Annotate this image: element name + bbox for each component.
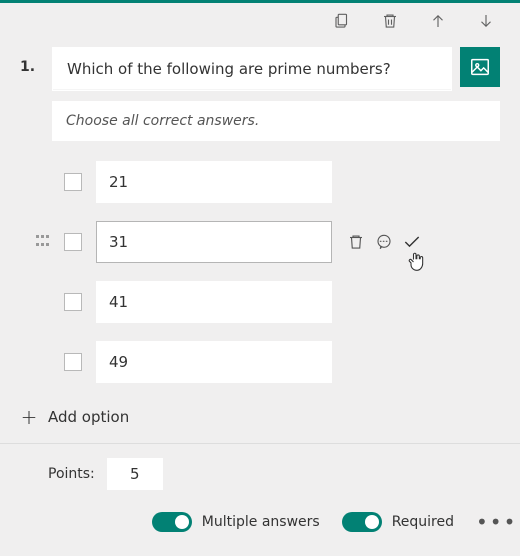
option-text-input[interactable]: 41 (96, 281, 332, 323)
option-correct-check-icon[interactable] (402, 232, 422, 252)
option-checkbox[interactable] (64, 353, 82, 371)
option-text-input[interactable]: 31 (96, 221, 332, 263)
points-input[interactable]: 5 (107, 458, 163, 490)
toggle-switch-on-icon (152, 512, 192, 532)
question-number: 1. (20, 47, 44, 75)
required-toggle[interactable]: Required (342, 512, 454, 532)
multiple-answers-label: Multiple answers (202, 514, 320, 530)
cursor-hand-icon (406, 251, 426, 277)
multiple-answers-toggle[interactable]: Multiple answers (152, 512, 320, 532)
question-text-input[interactable]: Which of the following are prime numbers… (52, 47, 452, 91)
option-text-input[interactable]: 49 (96, 341, 332, 383)
move-up-icon[interactable] (428, 11, 448, 31)
option-row: 49 (36, 341, 500, 383)
points-label: Points: (48, 466, 95, 482)
move-down-icon[interactable] (476, 11, 496, 31)
option-row: 21 (36, 161, 500, 203)
toggle-switch-on-icon (342, 512, 382, 532)
insert-media-button[interactable] (460, 47, 500, 87)
drag-handle-icon[interactable] (36, 235, 50, 249)
option-checkbox[interactable] (64, 173, 82, 191)
add-option-label: Add option (48, 408, 129, 426)
question-subtitle[interactable]: Choose all correct answers. (52, 101, 500, 141)
option-checkbox[interactable] (64, 293, 82, 311)
option-delete-icon[interactable] (346, 232, 366, 252)
more-options-icon[interactable]: ••• (476, 515, 500, 529)
option-checkbox[interactable] (64, 233, 82, 251)
copy-icon[interactable] (332, 11, 352, 31)
option-row: 31 (36, 221, 500, 263)
option-text-input[interactable]: 21 (96, 161, 332, 203)
option-row: 41 (36, 281, 500, 323)
plus-icon: + (20, 405, 38, 429)
trash-icon[interactable] (380, 11, 400, 31)
add-option-button[interactable]: + Add option (0, 401, 520, 443)
required-label: Required (392, 514, 454, 530)
option-comment-icon[interactable] (374, 232, 394, 252)
